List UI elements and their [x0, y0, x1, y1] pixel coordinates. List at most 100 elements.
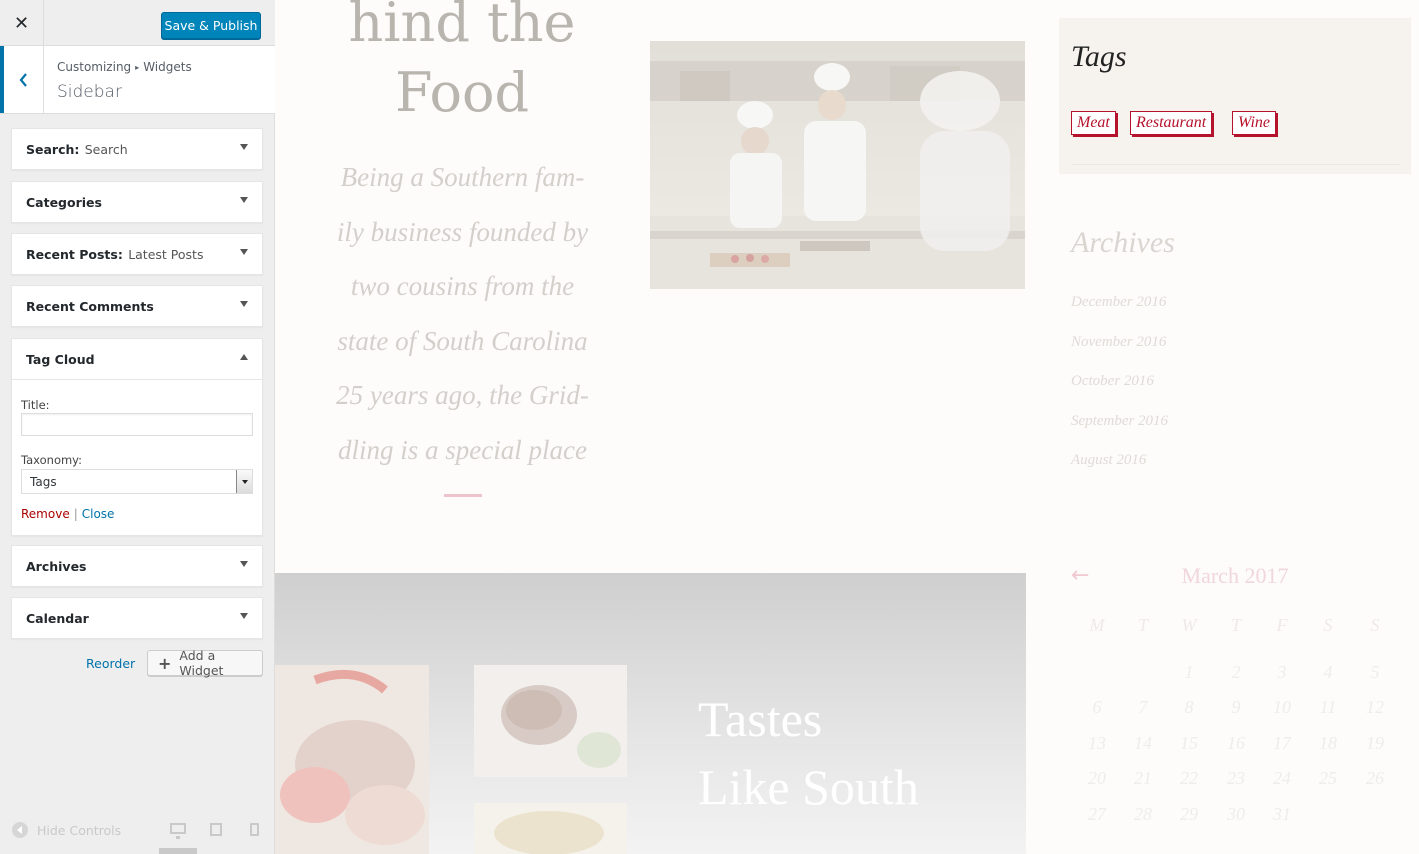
- plus-icon: +: [158, 653, 172, 673]
- calendar-day: 16: [1227, 733, 1245, 753]
- hero-text-line: ily business founded by: [336, 216, 589, 247]
- tablet-preview-icon[interactable]: [210, 823, 222, 836]
- taxonomy-selected-value: Tags: [30, 475, 57, 489]
- hide-controls-label: Hide Controls: [37, 822, 122, 838]
- calendar-day: 22: [1180, 768, 1198, 788]
- calendar-day: 5: [1370, 662, 1380, 682]
- hide-controls-button[interactable]: Hide Controls: [12, 822, 121, 838]
- featured-title: Tastes Like South: [698, 685, 919, 821]
- calendar-day: 6: [1092, 697, 1102, 717]
- breadcrumb-child: Widgets: [143, 60, 192, 74]
- expand-arrow-icon[interactable]: [240, 249, 248, 255]
- calendar-day: 28: [1134, 804, 1152, 824]
- featured-title-line: Like South: [698, 759, 919, 815]
- widget-calendar[interactable]: Calendar: [11, 597, 263, 639]
- hero-title-line: hind the: [348, 0, 576, 54]
- archive-link[interactable]: August 2016: [1071, 452, 1146, 469]
- expand-arrow-icon[interactable]: [240, 613, 248, 619]
- widget-title: Search: [26, 141, 75, 157]
- widget-search[interactable]: Search: Search: [11, 128, 263, 170]
- widget-recent-posts[interactable]: Recent Posts: Latest Posts: [11, 233, 263, 275]
- back-button[interactable]: [0, 46, 44, 113]
- widget-header[interactable]: Categories: [12, 182, 262, 222]
- taxonomy-label: Taxonomy:: [21, 453, 83, 467]
- calendar-day: 31: [1273, 804, 1291, 824]
- calendar-weekday: F: [1276, 615, 1288, 635]
- widget-archives[interactable]: Archives: [11, 545, 263, 587]
- site-preview: hind the Food Being a Southern fam- ily …: [275, 0, 1419, 854]
- calendar-day: 9: [1231, 697, 1241, 717]
- calendar-day: 25: [1319, 768, 1337, 788]
- food-photo: [275, 665, 429, 854]
- calendar-day: 4: [1323, 662, 1333, 682]
- tag-link[interactable]: Wine: [1232, 111, 1276, 135]
- save-publish-button[interactable]: Save & Publish: [161, 12, 261, 39]
- widget-actions: Remove | Close: [21, 507, 114, 521]
- featured-title-line: Tastes: [698, 691, 823, 747]
- calendar-day: 14: [1134, 733, 1152, 753]
- widget-title: Categories: [26, 194, 102, 210]
- archive-link[interactable]: November 2016: [1071, 334, 1166, 351]
- tag-link[interactable]: Restaurant: [1130, 111, 1213, 135]
- add-widget-button[interactable]: + Add a Widget: [147, 648, 263, 678]
- add-widget-label: Add a Widget: [179, 648, 224, 678]
- active-device-indicator: [159, 848, 197, 854]
- kitchen-photo: [650, 41, 1025, 289]
- widget-header[interactable]: Tag Cloud: [12, 339, 262, 379]
- reorder-link[interactable]: Reorder: [86, 656, 135, 671]
- collapse-arrow-icon[interactable]: [240, 354, 248, 360]
- title-input[interactable]: [21, 413, 253, 436]
- archives-heading: Archives: [1071, 226, 1175, 259]
- tag-link[interactable]: Meat: [1071, 111, 1116, 135]
- calendar-day: 1: [1184, 662, 1194, 682]
- hero-title-line: Food: [394, 61, 530, 124]
- archive-link[interactable]: December 2016: [1071, 294, 1166, 311]
- calendar-day: 13: [1088, 733, 1106, 753]
- taxonomy-select[interactable]: Tags: [21, 469, 253, 494]
- expand-arrow-icon[interactable]: [240, 144, 248, 150]
- widget-header[interactable]: Calendar: [12, 598, 262, 638]
- calendar-weekday: S: [1323, 615, 1333, 635]
- calendar-day: 24: [1273, 768, 1291, 788]
- close-customizer-button[interactable]: ✕: [0, 0, 44, 46]
- action-separator: |: [73, 507, 78, 521]
- widget-title: Archives: [26, 558, 87, 574]
- expand-arrow-icon[interactable]: [240, 561, 248, 567]
- calendar-day: 19: [1366, 733, 1384, 753]
- expand-arrow-icon[interactable]: [240, 301, 248, 307]
- calendar-weekday: S: [1370, 615, 1380, 635]
- widget-categories[interactable]: Categories: [11, 181, 263, 223]
- remove-link[interactable]: Remove: [21, 507, 70, 521]
- hero-text-line: Being a Southern fam-: [340, 162, 585, 192]
- archive-link[interactable]: October 2016: [1071, 373, 1154, 390]
- calendar-weekday: T: [1230, 615, 1241, 635]
- divider: [1071, 164, 1401, 165]
- section-title: Sidebar: [57, 82, 122, 102]
- dropdown-arrow-icon[interactable]: [236, 470, 252, 493]
- widget-form: Title: Taxonomy: Tags Remove | Close: [12, 379, 262, 535]
- hero-text-line: 25 years ago, the Grid-: [336, 380, 589, 410]
- widget-header[interactable]: Recent Posts: Latest Posts: [12, 234, 262, 274]
- widget-tag-cloud[interactable]: Tag Cloud Title: Taxonomy: Tags Remove | C…: [11, 338, 263, 536]
- calendar-prev-arrow-icon[interactable]: ←: [1071, 563, 1089, 588]
- calendar-day: 2: [1231, 662, 1241, 682]
- food-photo: [474, 665, 627, 777]
- archive-link[interactable]: September 2016: [1071, 413, 1168, 430]
- widget-header[interactable]: Search: Search: [12, 129, 262, 169]
- widget-subtitle: Latest Posts: [128, 246, 204, 262]
- expand-arrow-icon[interactable]: [240, 197, 248, 203]
- calendar-day: 30: [1227, 804, 1245, 824]
- collapse-icon: [12, 822, 28, 838]
- food-photo: [474, 803, 627, 854]
- widget-header[interactable]: Recent Comments: [12, 286, 262, 326]
- close-link[interactable]: Close: [82, 507, 115, 521]
- desktop-preview-icon[interactable]: [170, 823, 186, 839]
- calendar-day: 20: [1088, 768, 1106, 788]
- widget-header[interactable]: Archives: [12, 546, 262, 586]
- calendar-day: 11: [1319, 697, 1337, 717]
- tags-heading: Tags: [1071, 40, 1127, 73]
- breadcrumb: Customizing ▸ Widgets: [57, 60, 192, 74]
- widget-recent-comments[interactable]: Recent Comments: [11, 285, 263, 327]
- mobile-preview-icon[interactable]: [250, 823, 259, 836]
- hero-text: Being a Southern fam- ily business found…: [315, 150, 610, 477]
